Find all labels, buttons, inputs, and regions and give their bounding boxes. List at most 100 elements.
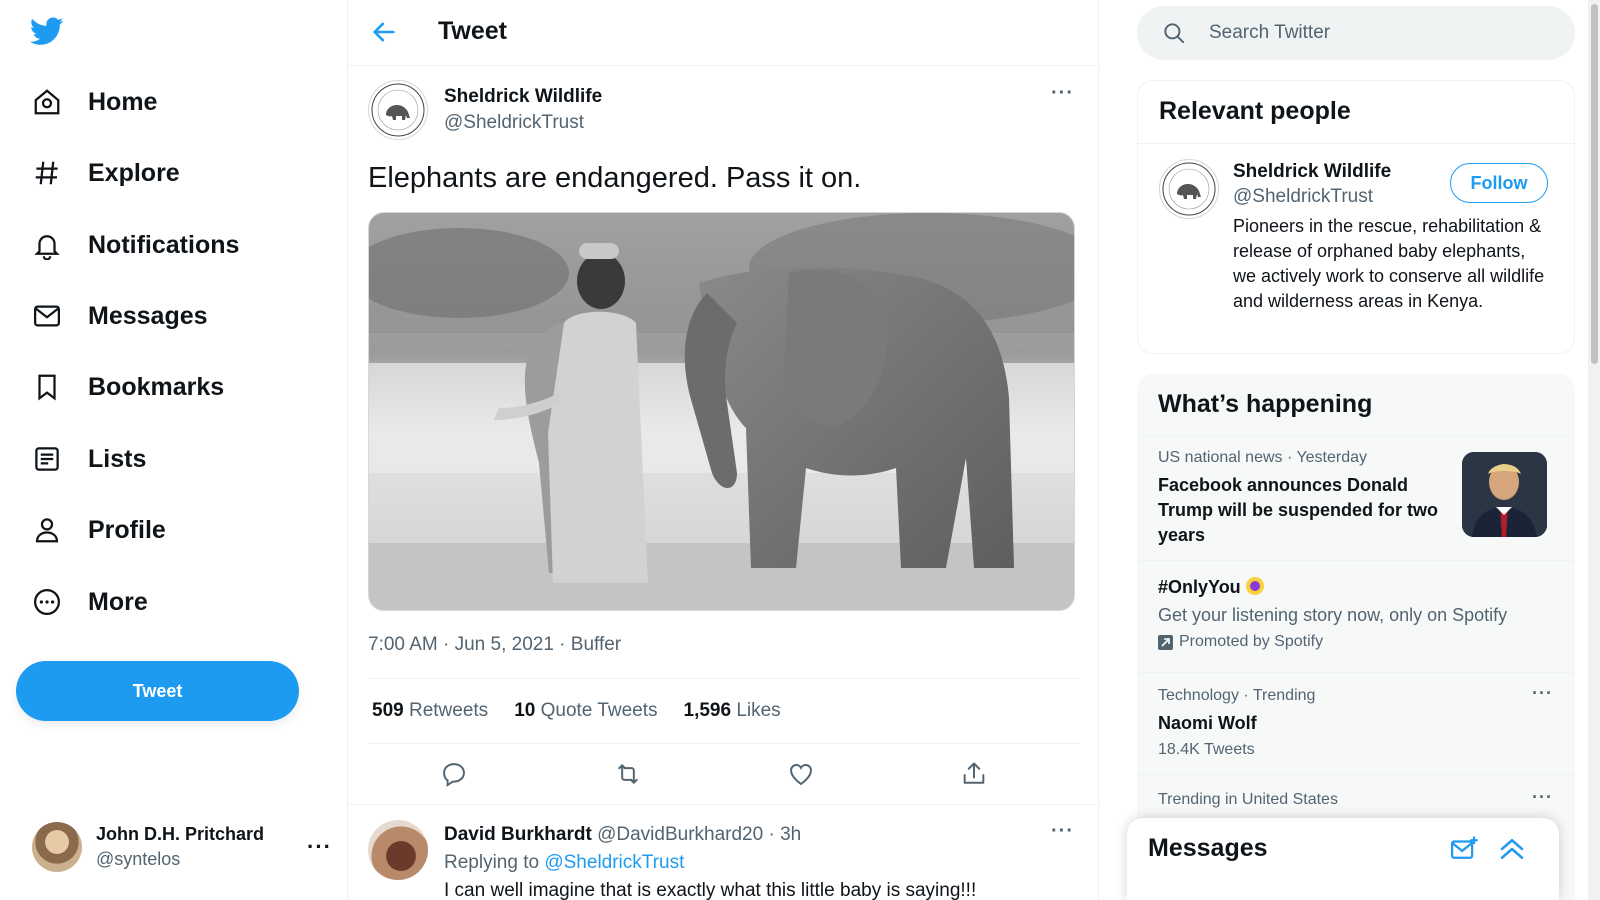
bookmark-icon xyxy=(30,370,64,404)
nav-bookmarks-label: Bookmarks xyxy=(88,372,225,401)
nav-more[interactable]: More xyxy=(30,577,148,627)
reply-author-handle[interactable]: @DavidBurkhard20 xyxy=(597,824,763,845)
trend-more-icon[interactable]: ··· xyxy=(1532,683,1553,704)
bell-icon xyxy=(30,228,64,262)
tweet-button[interactable]: Tweet xyxy=(16,661,299,721)
quotes-stat[interactable]: 10 Quote Tweets xyxy=(514,700,657,722)
twitter-logo-icon[interactable] xyxy=(28,14,68,50)
whats-happening-heading: What’s happening xyxy=(1158,390,1373,418)
likes-label: Likes xyxy=(736,700,781,721)
news-photo xyxy=(1462,452,1547,537)
divider xyxy=(1138,143,1574,144)
trend-meta: US national news · Yesterday xyxy=(1158,449,1368,466)
trend-meta: Trending in United States xyxy=(1158,791,1338,808)
messages-drawer[interactable]: Messages xyxy=(1127,818,1559,900)
home-icon xyxy=(30,85,64,119)
account-name: John D.H. Pritchard xyxy=(96,824,265,844)
trend-title: Naomi Wolf xyxy=(1158,713,1257,733)
divider xyxy=(348,804,1100,805)
account-switcher[interactable]: John D.H. Pritchard @syntelos ··· xyxy=(32,820,332,874)
nav-lists-label: Lists xyxy=(88,444,147,473)
relevant-person-handle[interactable]: @SheldrickTrust xyxy=(1233,186,1373,208)
trend-item-promoted[interactable]: #OnlyYou Get your listening story now, o… xyxy=(1137,560,1575,670)
tweet-actions xyxy=(368,756,1080,796)
like-icon[interactable] xyxy=(787,760,815,788)
person-icon xyxy=(30,513,64,547)
reply-icon[interactable] xyxy=(440,760,468,788)
nav-profile-label: Profile xyxy=(88,515,166,544)
reply-header: David Burkhardt @DavidBurkhard20 · 3h xyxy=(444,824,801,846)
replying-to: Replying to @SheldrickTrust xyxy=(444,852,684,874)
share-icon[interactable] xyxy=(960,760,988,788)
likes-count: 1,596 xyxy=(683,700,732,721)
likes-stat[interactable]: 1,596 Likes xyxy=(684,700,781,722)
elephant-photo xyxy=(369,213,1074,610)
tweet-photo[interactable] xyxy=(368,212,1075,611)
more-circle-icon xyxy=(30,585,64,619)
spotify-emoji-icon xyxy=(1245,577,1264,595)
reply-author-avatar[interactable] xyxy=(368,820,428,880)
relevant-person-avatar[interactable] xyxy=(1159,159,1219,219)
divider xyxy=(368,743,1080,744)
left-navigation: Home Explore Notifications Messages Book… xyxy=(0,0,340,900)
tweet-author-name[interactable]: Sheldrick Wildlife xyxy=(444,86,602,108)
reply-time[interactable]: · 3h xyxy=(768,824,801,845)
trend-item[interactable]: Technology · Trending Naomi Wolf 18.4K T… xyxy=(1137,672,1575,774)
tweet-more-icon[interactable]: ··· xyxy=(1051,82,1074,105)
retweets-stat[interactable]: 509 Retweets xyxy=(372,700,488,722)
replying-to-prefix: Replying to xyxy=(444,852,540,873)
new-message-icon[interactable] xyxy=(1449,834,1479,864)
trend-sub: 18.4K Tweets xyxy=(1158,741,1255,758)
envelope-icon xyxy=(30,299,64,333)
search-icon xyxy=(1161,20,1187,46)
collapse-chevron-icon[interactable] xyxy=(1497,834,1527,864)
nav-bookmarks[interactable]: Bookmarks xyxy=(30,362,224,412)
relevant-people-heading: Relevant people xyxy=(1159,97,1351,125)
tweet-stats: 509 Retweets 10 Quote Tweets 1,596 Likes xyxy=(372,700,781,722)
retweet-icon[interactable] xyxy=(614,760,642,788)
nav-notifications-label: Notifications xyxy=(88,230,240,259)
elephant-logo-icon xyxy=(1162,162,1216,216)
back-arrow-icon[interactable] xyxy=(370,18,400,48)
reply-author-name[interactable]: David Burkhardt xyxy=(444,824,592,845)
search-box[interactable]: Search Twitter xyxy=(1137,6,1575,60)
relevant-person-bio: Pioneers in the rescue, rehabilitation &… xyxy=(1233,216,1545,311)
main-column: Tweet Sheldrick Wildlife @SheldrickTrust… xyxy=(347,0,1100,900)
hashtag-icon xyxy=(30,156,64,190)
nav-profile[interactable]: Profile xyxy=(30,505,166,555)
relevant-person-name[interactable]: Sheldrick Wildlife xyxy=(1233,161,1391,183)
divider xyxy=(368,678,1080,679)
scrollbar-thumb[interactable] xyxy=(1591,4,1598,364)
scrollbar[interactable] xyxy=(1588,0,1600,900)
nav-messages[interactable]: Messages xyxy=(30,291,208,341)
quotes-label: Quote Tweets xyxy=(540,700,658,721)
nav-more-label: More xyxy=(88,587,148,616)
tweet-author-avatar[interactable] xyxy=(368,80,428,140)
tweet-author-handle[interactable]: @SheldrickTrust xyxy=(444,112,584,134)
trend-item[interactable]: US national news · Yesterday Facebook an… xyxy=(1137,436,1575,556)
follow-button[interactable]: Follow xyxy=(1450,163,1548,203)
trend-more-icon[interactable]: ··· xyxy=(1532,787,1553,808)
replying-to-link[interactable]: @SheldrickTrust xyxy=(544,852,684,873)
search-input[interactable]: Search Twitter xyxy=(1209,22,1330,44)
page-title: Tweet xyxy=(438,17,507,45)
trend-title: Facebook announces Donald Trump will be … xyxy=(1158,475,1439,545)
nav-home[interactable]: Home xyxy=(30,77,157,127)
nav-home-label: Home xyxy=(88,87,158,116)
nav-notifications[interactable]: Notifications xyxy=(30,220,239,270)
tweet-timestamp[interactable]: 7:00 AM · Jun 5, 2021 · Buffer xyxy=(368,634,621,656)
reply-more-icon[interactable]: ··· xyxy=(1051,820,1074,843)
trend-title: #OnlyYou xyxy=(1158,575,1264,600)
avatar xyxy=(32,822,82,872)
nav-messages-label: Messages xyxy=(88,301,208,330)
elephant-logo-icon xyxy=(371,83,425,137)
account-handle: @syntelos xyxy=(96,849,181,869)
trend-meta: Technology · Trending xyxy=(1158,687,1316,704)
promoted-label: Promoted by Spotify xyxy=(1158,633,1323,651)
relevant-people-card: Relevant people Sheldrick Wildlife @Shel… xyxy=(1137,80,1575,354)
quotes-count: 10 xyxy=(514,700,536,721)
account-more-icon[interactable]: ··· xyxy=(307,834,332,860)
nav-lists[interactable]: Lists xyxy=(30,434,146,484)
retweets-count: 509 xyxy=(372,700,404,721)
nav-explore[interactable]: Explore xyxy=(30,148,180,198)
